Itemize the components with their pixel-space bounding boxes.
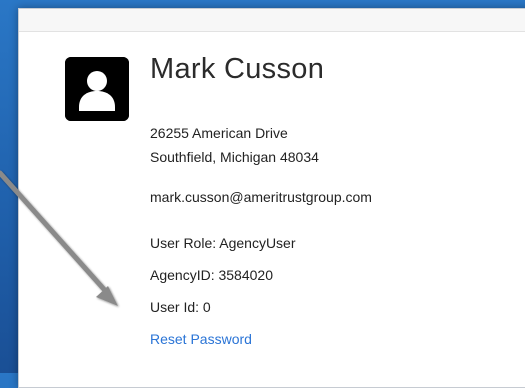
agency-id: AgencyID: 3584020	[150, 267, 273, 283]
user-silhouette-icon	[65, 57, 129, 121]
profile-email: mark.cusson@ameritrustgroup.com	[150, 189, 372, 205]
window-top-bar	[19, 9, 525, 32]
address-line-1: 26255 American Drive	[150, 125, 288, 141]
address-line-2: Southfield, Michigan 48034	[150, 149, 319, 165]
user-id: User Id: 0	[150, 299, 211, 315]
profile-window: Mark Cusson 26255 American Drive Southfi…	[18, 8, 525, 388]
user-role: User Role: AgencyUser	[150, 235, 296, 251]
profile-name: Mark Cusson	[150, 53, 325, 85]
reset-password-link[interactable]: Reset Password	[150, 329, 252, 349]
user-avatar-icon	[65, 57, 129, 121]
